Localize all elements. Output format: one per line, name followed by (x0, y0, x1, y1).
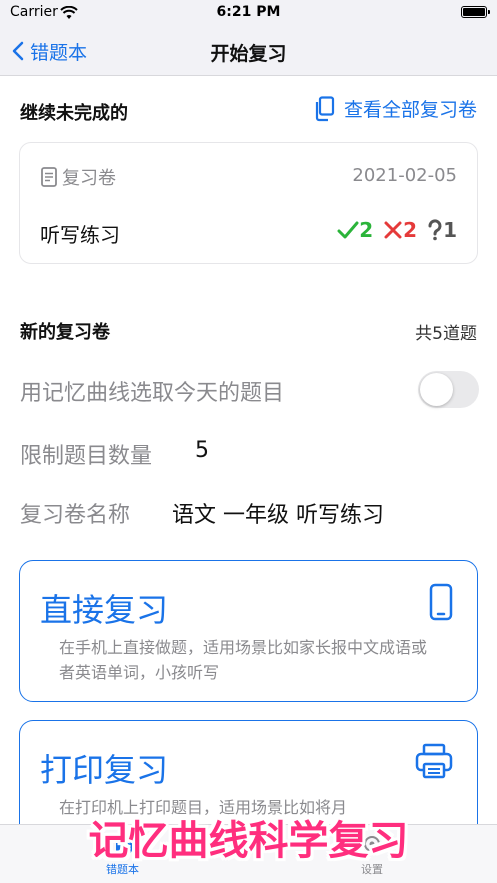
status-time: 6:21 PM (216, 4, 281, 20)
direct-review-description: 在手机上直接做题，适用场景比如家长报中文成语或者英语单词，小孩听写 (59, 638, 428, 682)
paper-name-input[interactable]: 语文 一年级 听写练习 (172, 497, 384, 529)
correct-stat: 2 (337, 218, 373, 242)
question-limit-input[interactable]: 5 (195, 438, 209, 463)
view-all-papers-label: 查看全部复习卷 (343, 99, 477, 121)
promo-caption: 记忆曲线科学复习 (88, 818, 409, 864)
phone-icon (429, 583, 453, 625)
unknown-stat: 1 (427, 218, 457, 242)
battery-icon (461, 6, 490, 18)
unfinished-section-header: 继续未完成的 (20, 103, 128, 124)
unfinished-paper-card[interactable]: 复习卷 2021-02-05 听写练习 2 2 1 (19, 142, 478, 264)
paper-type-label: 复习卷 (62, 168, 116, 189)
direct-review-title: 直接复习 (40, 591, 169, 629)
unknown-count: 1 (443, 218, 457, 242)
question-limit-label: 限制题目数量 (20, 444, 153, 469)
direct-review-card[interactable]: 直接复习 在手机上直接做题，适用场景比如家长报中文成语或者英语单词，小孩听写 (19, 560, 478, 702)
printer-icon (415, 743, 453, 783)
status-bar: Carrier 6:21 PM (0, 0, 497, 26)
memory-curve-label: 用记忆曲线选取今天的题目 (20, 381, 285, 406)
toggle-knob (420, 373, 453, 406)
paper-stats: 2 2 1 (327, 218, 457, 242)
print-review-title: 打印复习 (40, 751, 169, 789)
document-icon (41, 167, 57, 187)
question-mark-icon (428, 219, 442, 241)
wrong-count: 2 (403, 218, 418, 242)
paper-name: 听写练习 (40, 223, 120, 247)
memory-curve-toggle[interactable] (418, 371, 479, 408)
view-all-papers-button[interactable]: 查看全部复习卷 (314, 95, 477, 122)
documents-icon (315, 95, 335, 121)
checkmark-icon (337, 221, 359, 239)
navigation-bar: 错题本 开始复习 (0, 26, 497, 76)
wrong-stat: 2 (383, 218, 417, 242)
paper-name-label: 复习卷名称 (20, 503, 131, 528)
new-paper-section-header: 新的复习卷 (20, 322, 110, 343)
page-title: 开始复习 (210, 43, 287, 65)
cross-icon (384, 221, 402, 239)
correct-count: 2 (359, 218, 374, 242)
paper-type: 复习卷 (40, 164, 116, 190)
question-count-label: 共5道题 (415, 324, 477, 344)
paper-date: 2021-02-05 (352, 165, 457, 186)
